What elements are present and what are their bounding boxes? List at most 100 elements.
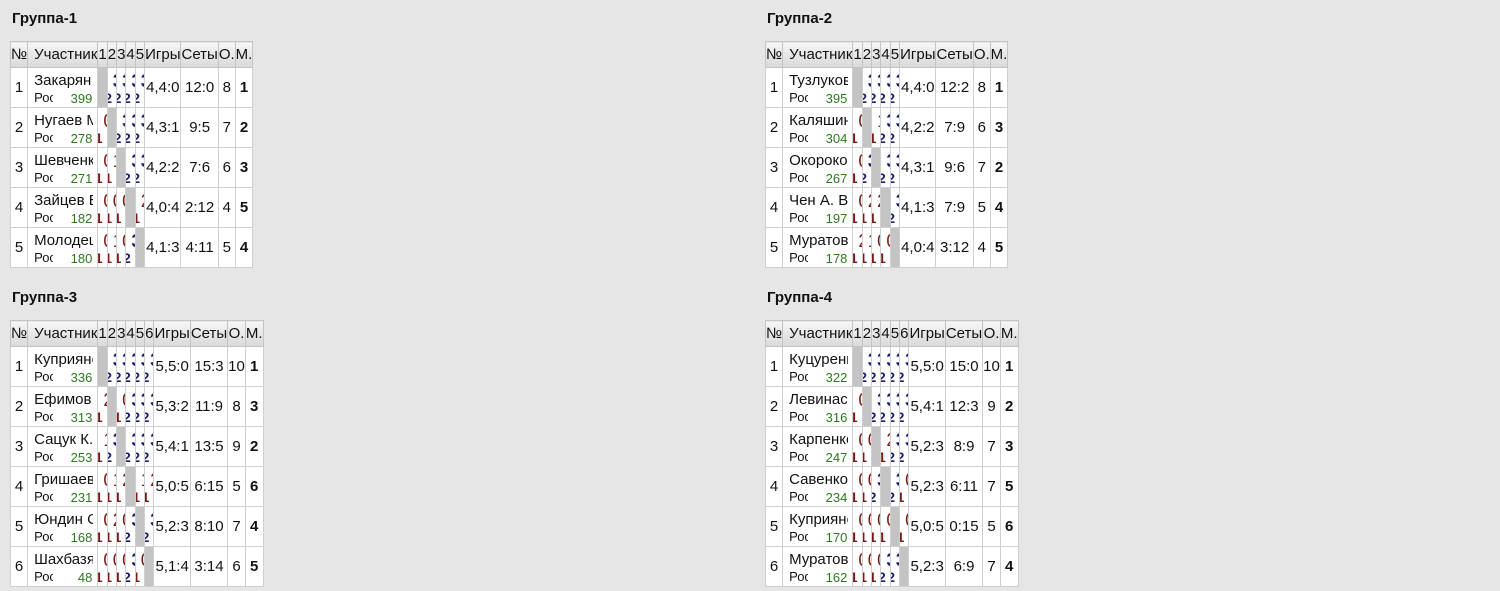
match-result-cell[interactable]: 3:02 bbox=[134, 67, 146, 108]
header-opponent-3[interactable]: 3 bbox=[116, 320, 127, 347]
header-participant[interactable]: Участник bbox=[782, 320, 854, 347]
participant-cell[interactable]: Левинас А. В.Ростовская обл., Тага… 316 bbox=[782, 386, 854, 427]
match-result-cell[interactable]: 3:02 bbox=[899, 386, 910, 427]
header-opponent-4[interactable]: 4 bbox=[125, 320, 136, 347]
match-result-cell[interactable]: 3:02 bbox=[125, 346, 136, 387]
header-participant[interactable]: Участник bbox=[782, 41, 854, 68]
header-sets[interactable]: Сеты bbox=[935, 41, 974, 68]
header-num[interactable]: № bbox=[9, 41, 29, 68]
match-result-cell[interactable]: 2:31 bbox=[97, 386, 108, 427]
participant-name[interactable]: Чен А. В. bbox=[789, 192, 848, 209]
header-num[interactable]: № bbox=[764, 320, 784, 347]
header-place[interactable]: М. bbox=[999, 320, 1019, 347]
participant-cell[interactable]: Куприянов М. М.Ростовская обл., Рост… 336 bbox=[27, 346, 99, 387]
match-result-cell[interactable]: 3:02 bbox=[134, 147, 146, 188]
match-result-cell[interactable]: 0:31 bbox=[116, 187, 127, 228]
participant-cell[interactable]: Шевченко Е. И.Ростовская обл., Рост… 271 bbox=[27, 147, 99, 188]
match-result-cell[interactable]: 0:31 bbox=[861, 546, 873, 587]
match-result-cell[interactable]: 3:02 bbox=[125, 107, 136, 148]
header-opponent-3[interactable]: 3 bbox=[116, 41, 127, 68]
header-opponent-5[interactable]: 5 bbox=[134, 41, 146, 68]
participant-cell[interactable]: Шахбазян А. Г.Ростовская обл., Рост… 48 bbox=[27, 546, 99, 587]
match-result-cell[interactable]: 3:12 bbox=[125, 386, 136, 427]
match-result-cell[interactable]: 3:02 bbox=[880, 386, 891, 427]
match-result-cell[interactable]: 0:31 bbox=[97, 147, 108, 188]
participant-cell[interactable]: Молодецкий В. С.Ростовская обл., Рост… 18… bbox=[27, 227, 99, 268]
match-result-cell[interactable]: 0:31 bbox=[871, 506, 882, 547]
match-result-cell[interactable]: 2:31 bbox=[852, 227, 863, 268]
match-result-cell[interactable]: 2:31 bbox=[880, 426, 891, 467]
participant-name[interactable]: Левинас А. В. bbox=[789, 391, 848, 408]
match-result-cell[interactable]: 3:02 bbox=[889, 147, 901, 188]
match-result-cell[interactable]: 2:31 bbox=[871, 187, 882, 228]
match-result-cell[interactable]: 0:31 bbox=[871, 227, 882, 268]
participant-name[interactable]: Закарян Н. А. bbox=[34, 72, 93, 89]
header-opponent-2[interactable]: 2 bbox=[106, 320, 118, 347]
participant-name[interactable]: Гришаев В. А. bbox=[34, 471, 93, 488]
match-result-cell[interactable]: 3:02 bbox=[889, 466, 901, 507]
header-opponent-6[interactable]: 6 bbox=[144, 320, 155, 347]
participant-name[interactable]: Тузлуков А. Е. bbox=[789, 72, 848, 89]
match-result-cell[interactable]: 3:02 bbox=[861, 67, 873, 108]
match-result-cell[interactable]: 0:31 bbox=[97, 546, 108, 587]
header-sets[interactable]: Сеты bbox=[189, 320, 229, 347]
match-result-cell[interactable]: 2:31 bbox=[106, 506, 118, 547]
header-participant[interactable]: Участник bbox=[27, 41, 99, 68]
match-result-cell[interactable]: 0:31 bbox=[106, 187, 118, 228]
participant-cell[interactable]: Куприянов М. Ю.Ростовская обл., Рост… 170 bbox=[782, 506, 854, 547]
participant-name[interactable]: Шахбазян А. Г. bbox=[34, 551, 93, 568]
header-games[interactable]: Игры bbox=[153, 320, 191, 347]
match-result-cell[interactable]: 3:02 bbox=[889, 187, 901, 228]
match-result-cell[interactable]: 0:31 bbox=[880, 506, 891, 547]
participant-cell[interactable]: Нугаев М. И.Ростовская обл., Рост… 278 bbox=[27, 107, 99, 148]
match-result-cell[interactable]: 3:02 bbox=[889, 346, 901, 387]
match-result-cell[interactable]: 0:31 bbox=[97, 107, 108, 148]
match-result-cell[interactable]: 0:31 bbox=[861, 506, 873, 547]
header-opponent-3[interactable]: 3 bbox=[871, 41, 882, 68]
header-participant[interactable]: Участник bbox=[27, 320, 99, 347]
match-result-cell[interactable]: 0:31 bbox=[880, 227, 891, 268]
header-place[interactable]: М. bbox=[244, 320, 264, 347]
participant-name[interactable]: Куцуренко М. А. bbox=[789, 351, 848, 368]
header-opponent-1[interactable]: 1 bbox=[852, 41, 863, 68]
participant-name[interactable]: Муратов-Милехин Л. П. bbox=[789, 232, 848, 249]
header-points[interactable]: О. bbox=[227, 320, 246, 347]
match-result-cell[interactable]: 3:02 bbox=[889, 546, 901, 587]
header-place[interactable]: М. bbox=[234, 41, 254, 68]
match-result-cell[interactable]: 3:22 bbox=[889, 67, 901, 108]
participant-name[interactable]: Шевченко Е. И. bbox=[34, 152, 93, 169]
match-result-cell[interactable]: 3:12 bbox=[889, 107, 901, 148]
header-opponent-4[interactable]: 4 bbox=[880, 320, 891, 347]
match-result-cell[interactable]: 0:31 bbox=[852, 386, 863, 427]
header-opponent-1[interactable]: 1 bbox=[97, 320, 108, 347]
match-result-cell[interactable]: 3:22 bbox=[125, 546, 136, 587]
match-result-cell[interactable]: 0:31 bbox=[106, 546, 118, 587]
match-result-cell[interactable]: 1:31 bbox=[97, 426, 108, 467]
participant-name[interactable]: Окороков В. В. bbox=[789, 152, 848, 169]
participant-cell[interactable]: Зайцев Е. С.Ростовская обл., Рост… 182 bbox=[27, 187, 99, 228]
header-opponent-1[interactable]: 1 bbox=[97, 41, 108, 68]
match-result-cell[interactable]: 3:02 bbox=[106, 67, 118, 108]
header-opponent-4[interactable]: 4 bbox=[125, 41, 136, 68]
participant-name[interactable]: Муратова-Милехина М… bbox=[789, 551, 848, 568]
header-games[interactable]: Игры bbox=[899, 41, 937, 68]
match-result-cell[interactable]: 0:31 bbox=[861, 466, 873, 507]
participant-cell[interactable]: Чен А. В.Ростовская обл., Рост… 197 bbox=[782, 187, 854, 228]
match-result-cell[interactable]: 3:22 bbox=[880, 147, 891, 188]
participant-name[interactable]: Зайцев Е. С. bbox=[34, 192, 93, 209]
match-result-cell[interactable]: 0:31 bbox=[899, 506, 910, 547]
match-result-cell[interactable]: 3:02 bbox=[134, 426, 146, 467]
participant-cell[interactable]: Окороков В. В.Ростовская область, … 267 bbox=[782, 147, 854, 188]
participant-name[interactable]: Нугаев М. И. bbox=[34, 112, 93, 129]
participant-cell[interactable]: Тузлуков А. Е.Ростовская обл., Рост… 395 bbox=[782, 67, 854, 108]
match-result-cell[interactable]: 0:31 bbox=[116, 386, 127, 427]
match-result-cell[interactable]: 3:02 bbox=[871, 386, 882, 427]
match-result-cell[interactable]: 3:02 bbox=[116, 67, 127, 108]
participant-name[interactable]: Юндин С. В. bbox=[34, 511, 93, 528]
match-result-cell[interactable]: 3:02 bbox=[880, 67, 891, 108]
match-result-cell[interactable]: 3:22 bbox=[871, 466, 882, 507]
participant-name[interactable]: Куприянов М. М. bbox=[34, 351, 93, 368]
header-place[interactable]: М. bbox=[989, 41, 1009, 68]
participant-name[interactable]: Карпенко М. В. bbox=[789, 431, 848, 448]
match-result-cell[interactable]: 3:22 bbox=[125, 426, 136, 467]
